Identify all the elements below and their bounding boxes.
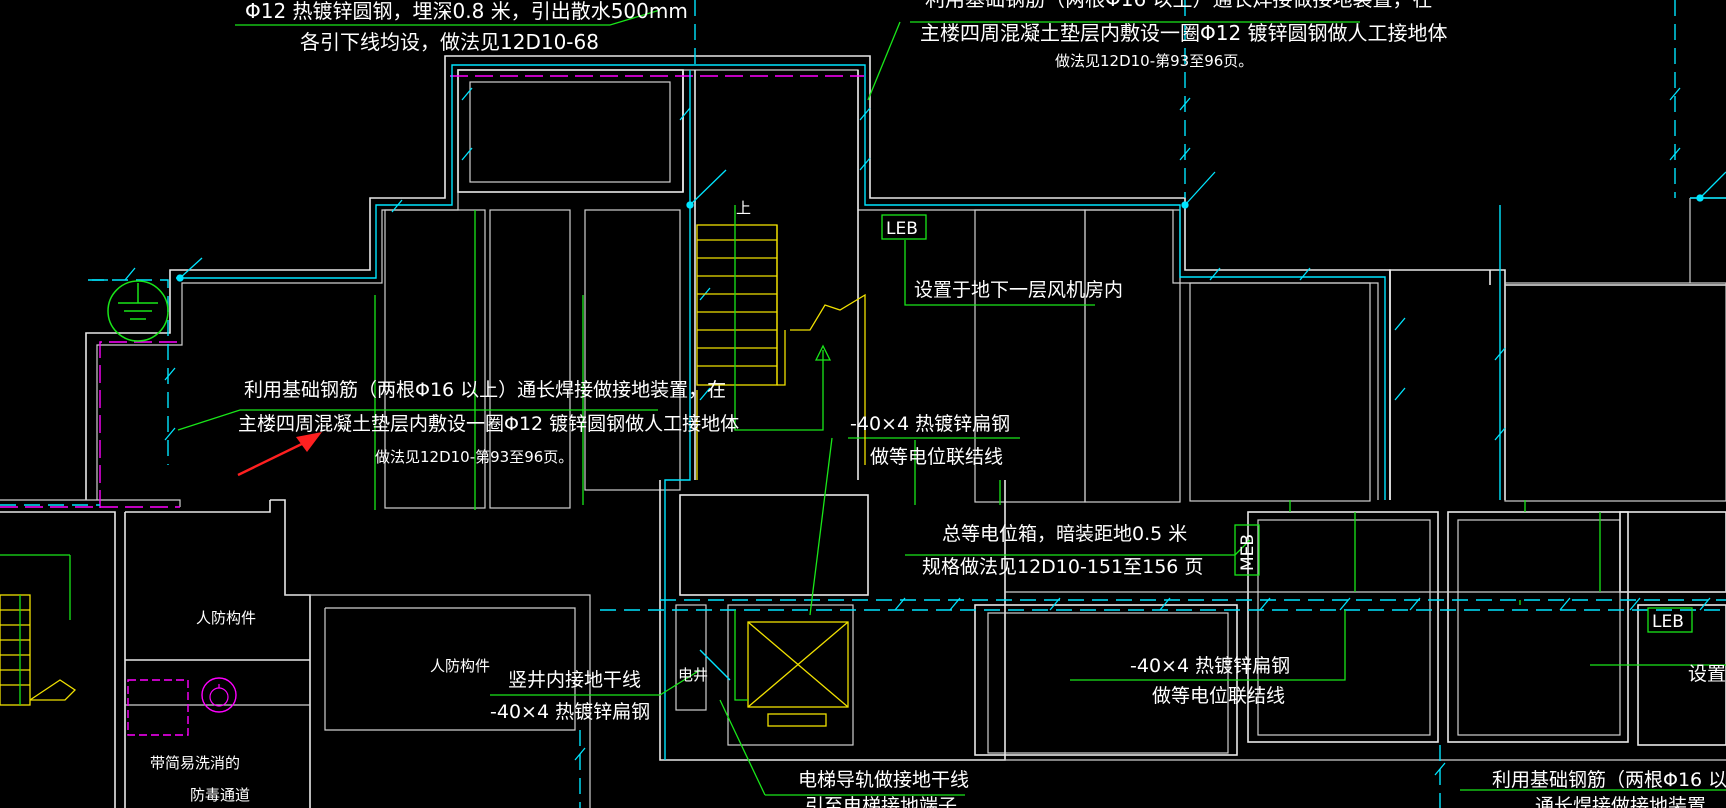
renfang-label-1: 人防构件 <box>196 609 256 627</box>
bottom-right-note: 利用基础钢筋（两根Φ16 以上） <box>1492 769 1726 791</box>
steel-note-1-line2: 做等电位联结线 <box>870 446 1003 468</box>
decon-label-1: 带简易洗消的 <box>150 754 240 772</box>
stair-left <box>0 594 77 706</box>
junction-marks <box>176 169 1726 282</box>
bottom-right-note-2: 通长焊接做接地装置 <box>1535 795 1706 808</box>
leb-tag-2: LEB <box>1647 607 1693 633</box>
up-mark: 上 <box>736 199 751 217</box>
top-right-note-2: 做法见12D10-第93至96页。 <box>1055 52 1253 70</box>
renfang-label-2: 人防构件 <box>430 657 490 675</box>
elevator-note-2: 引至电梯接地端子 <box>805 795 957 808</box>
steel-note-1-line1: -40×4 热镀锌扁钢 <box>850 413 1010 435</box>
leb-tag-1: LEB <box>881 214 927 240</box>
elevator-note-1: 电梯导轨做接地干线 <box>798 769 969 791</box>
decon-label-2: 防毒通道 <box>190 786 250 804</box>
meb-note-2: 规格做法见12D10-151至156 页 <box>922 556 1203 578</box>
ground-symbol-icon <box>90 279 169 342</box>
mid-note-1: 利用基础钢筋（两根Φ16 以上）通长焊接做接地装置，在 <box>244 379 726 401</box>
red-arrow-icon <box>237 432 322 477</box>
well-mark: 电井 <box>678 666 708 684</box>
washbasin-icon <box>201 677 237 713</box>
meb-note-1: 总等电位箱，暗装距地0.5 米 <box>942 523 1187 545</box>
leader-lines <box>0 9 1726 796</box>
stair-main <box>696 205 866 480</box>
annotation-texts: Φ12 热镀锌圆钢，埋深0.8 米，引出散水500mm 各引下线均设，做法见12… <box>150 0 1726 808</box>
meb-tag: MEB <box>1234 524 1260 576</box>
leb-note: 设置于地下一层风机房内 <box>914 279 1123 301</box>
steel-note-2-line2: 做等电位联结线 <box>1152 685 1285 707</box>
elevator-cross-icon <box>734 610 849 727</box>
mid-note-2: 主楼四周混凝土垫层内敷设一圈Φ12 镀锌圆钢做人工接地体 <box>238 413 739 435</box>
shaft-note-2: -40×4 热镀锌扁钢 <box>490 701 650 723</box>
top-right-note-0: 利用基础钢筋（两根Φ16 以上）通长焊接做接地装置，在 <box>925 0 1433 11</box>
ground-conductors <box>0 0 1726 808</box>
svg-text:LEB: LEB <box>886 219 918 239</box>
cad-drawing-canvas: LEB LEB MEB Φ12 热镀锌圆钢，埋深0.8 米，引出散水500mm … <box>0 0 1726 808</box>
top-left-note-1: Φ12 热镀锌圆钢，埋深0.8 米，引出散水500mm <box>245 0 688 23</box>
mid-note-3: 做法见12D10-第93至96页。 <box>375 448 573 466</box>
leb-note-2: 设置 <box>1688 663 1726 685</box>
steel-note-2-line1: -40×4 热镀锌扁钢 <box>1130 655 1290 677</box>
shaft-note-1: 竖井内接地干线 <box>508 669 641 691</box>
svg-text:LEB: LEB <box>1652 612 1684 632</box>
top-right-note-1: 主楼四周混凝土垫层内敷设一圈Φ12 镀锌圆钢做人工接地体 <box>920 21 1448 45</box>
top-left-note-2: 各引下线均设，做法见12D10-68 <box>300 30 599 54</box>
svg-text:MEB: MEB <box>1238 534 1258 571</box>
